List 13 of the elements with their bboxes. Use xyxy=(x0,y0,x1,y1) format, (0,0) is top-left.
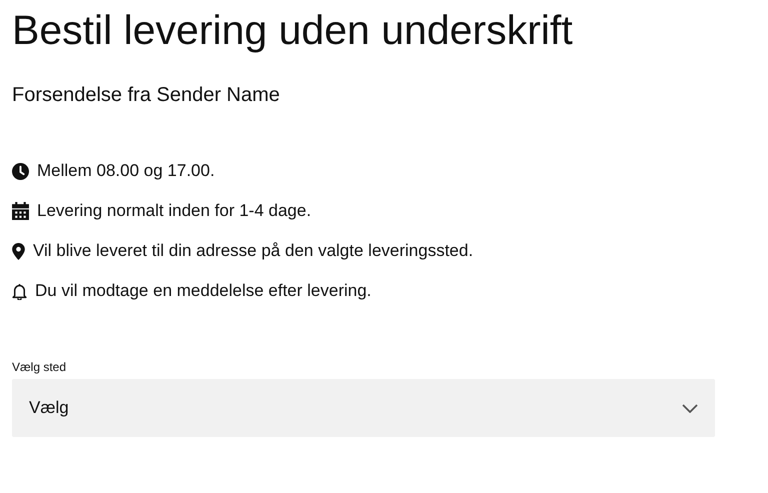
calendar-icon xyxy=(12,202,29,220)
subtitle: Forsendelse fra Sender Name xyxy=(12,83,281,108)
location-dropdown[interactable]: Vælg xyxy=(12,379,715,437)
info-text: Mellem 08.00 og 17.00. xyxy=(37,160,215,182)
bell-icon xyxy=(12,282,27,300)
info-text: Vil blive leveret til din adresse på den valgte leveringssted. xyxy=(33,240,474,262)
info-text: Levering normalt inden for 1-4 dage. xyxy=(37,200,312,222)
clock-icon xyxy=(12,162,29,180)
info-text: Du vil modtage en meddelelse efter levering. xyxy=(35,280,372,302)
page-title: Bestil levering uden underskrift xyxy=(12,6,574,55)
chevron-down-icon xyxy=(682,404,698,412)
field-label: Vælg sted xyxy=(12,360,66,374)
location-pin-icon xyxy=(12,242,25,260)
